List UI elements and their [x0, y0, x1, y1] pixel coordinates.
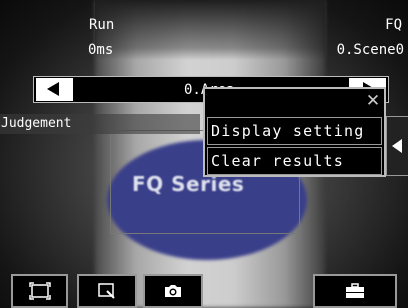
tube-shadow [95, 0, 325, 60]
capture-button[interactable] [143, 274, 203, 308]
run-mode-label: Run [89, 17, 115, 33]
menu-item-clear-results[interactable]: Clear results [207, 147, 382, 175]
judgement-label: Judgement [0, 114, 200, 134]
processing-time-label: 0ms [88, 42, 114, 58]
zoom-icon [98, 283, 115, 299]
context-menu: ✕ Display setting Clear results [203, 87, 386, 177]
previous-area-button[interactable] [36, 78, 73, 101]
side-panel-toggle[interactable] [386, 116, 408, 176]
menu-item-display-setting[interactable]: Display setting [207, 117, 382, 145]
scene-name-label: 0.Scene0 [336, 42, 404, 58]
zoom-button[interactable] [77, 274, 137, 308]
fullscreen-icon [28, 282, 51, 300]
camera-icon [165, 285, 181, 297]
close-icon[interactable]: ✕ [364, 92, 382, 110]
tools-button[interactable] [313, 274, 397, 308]
device-name-label: FQ [385, 17, 402, 33]
toolbox-icon [346, 283, 364, 298]
fullscreen-button[interactable] [11, 274, 68, 308]
